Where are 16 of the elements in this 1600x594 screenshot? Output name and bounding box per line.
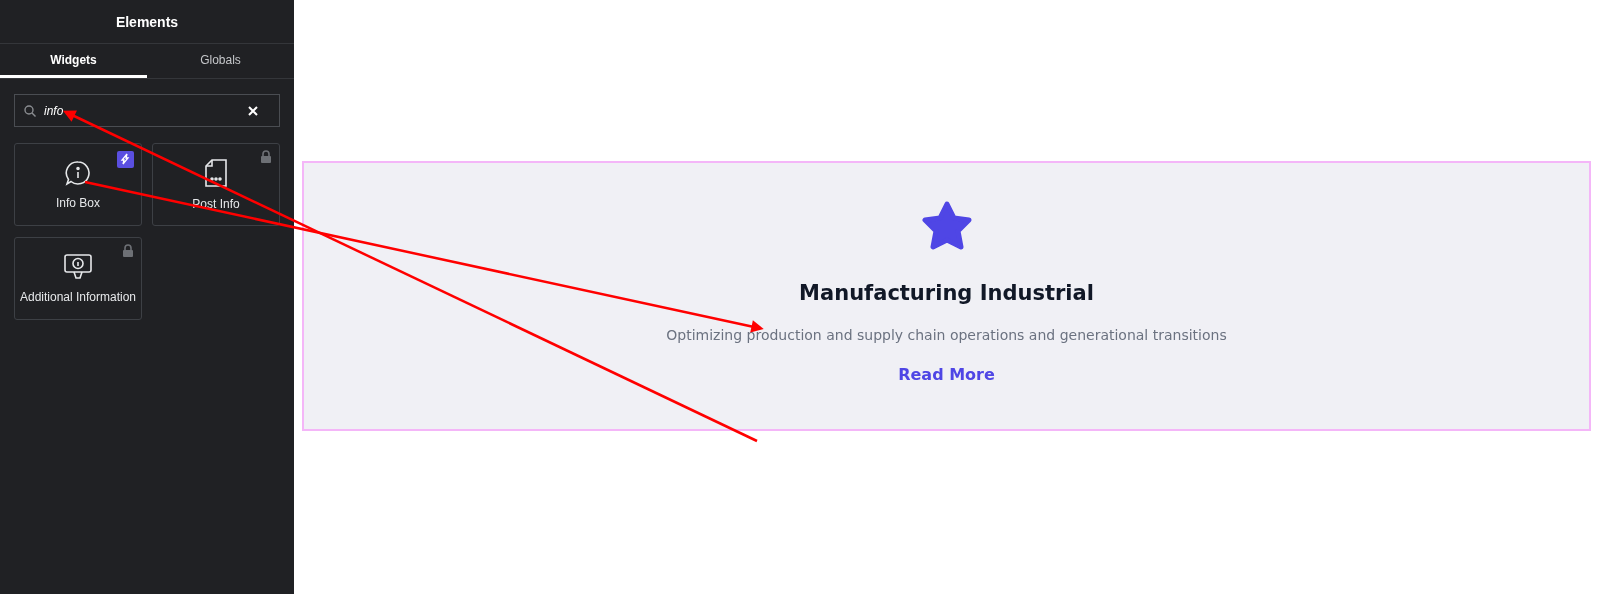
document-icon (205, 158, 227, 187)
tab[interactable]: Globals (147, 44, 294, 78)
info-box-title: Manufacturing Industrial (799, 281, 1094, 305)
tab[interactable]: Widgets (0, 44, 147, 78)
read-more-link[interactable]: Read More (898, 365, 995, 384)
widget-card[interactable]: Info Box (14, 143, 142, 226)
widget-label: Additional Information (19, 289, 137, 304)
panel-title: Elements (115, 13, 179, 30)
info-bubble-icon (65, 159, 91, 186)
search-icon (24, 105, 36, 117)
search-field[interactable]: info (14, 94, 280, 127)
widget-label: Info Box (56, 195, 100, 210)
info-screen-icon (64, 253, 92, 280)
widget-card[interactable]: Additional Information (14, 237, 142, 320)
info-box-description: Optimizing production and supply chain operations and generational transitions (666, 327, 1227, 343)
close-icon[interactable] (248, 106, 258, 116)
